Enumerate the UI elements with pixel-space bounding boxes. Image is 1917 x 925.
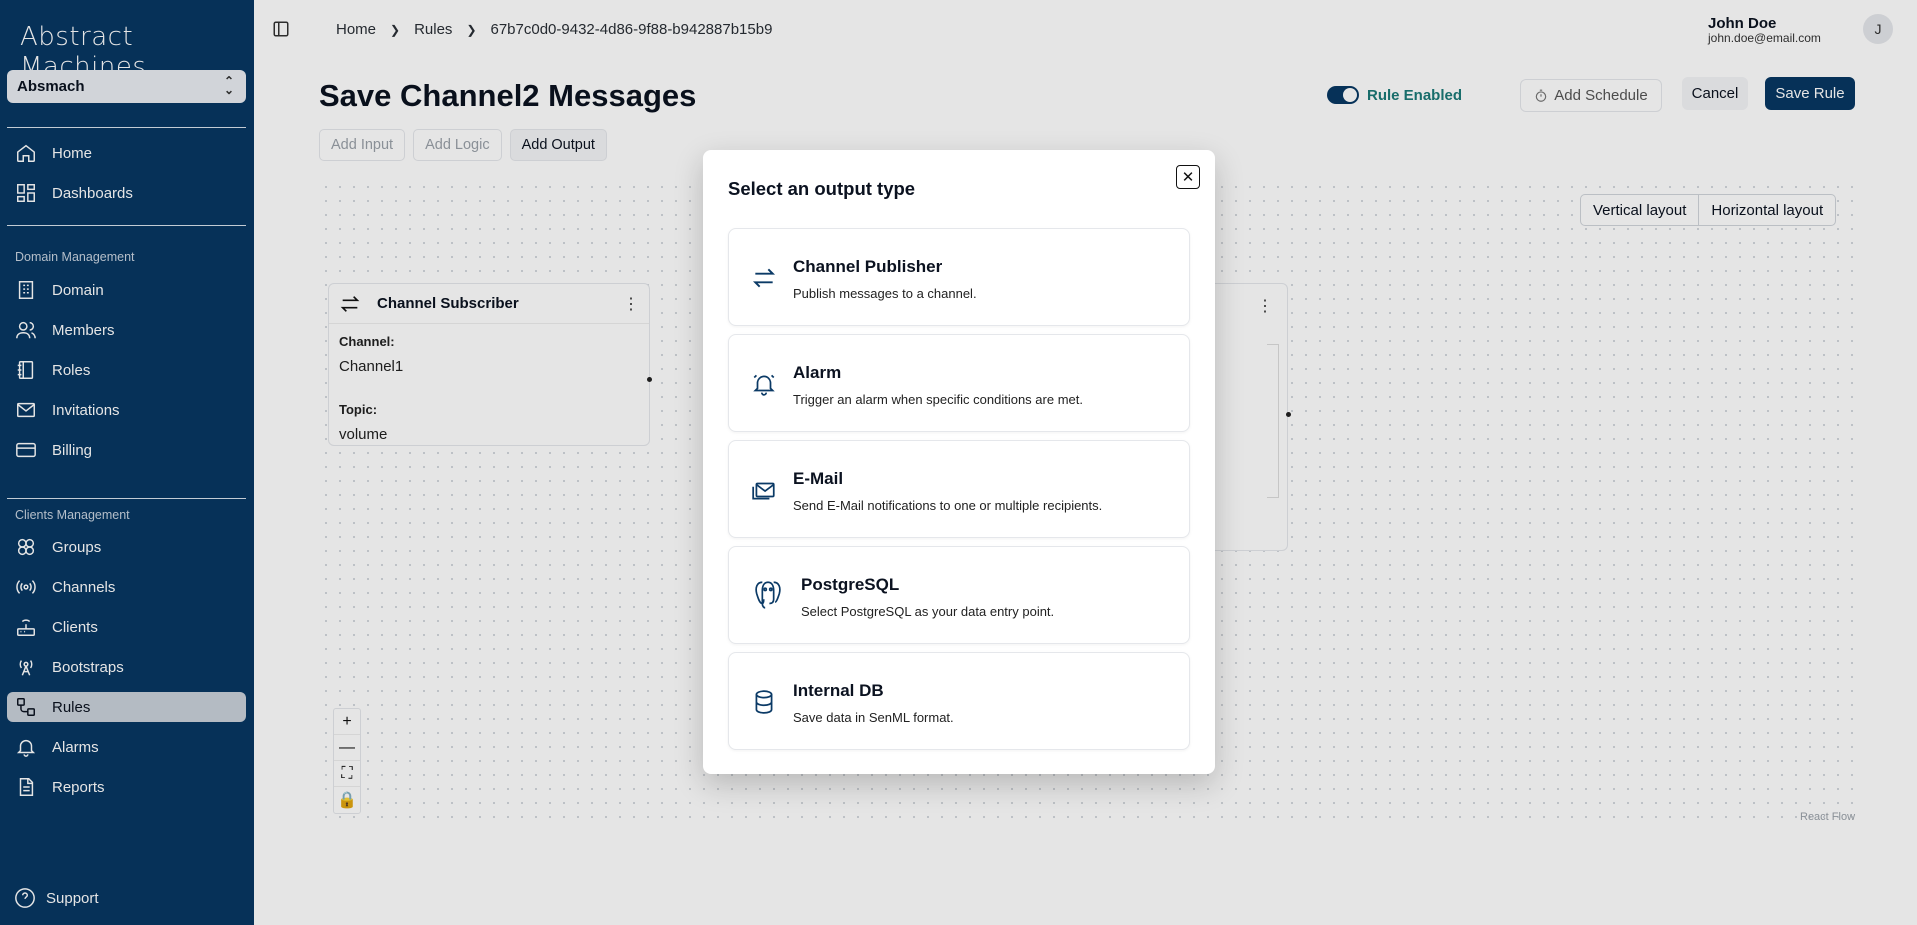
mail-stack-icon [752, 482, 775, 500]
bell-ring-icon [753, 374, 775, 396]
database-icon [755, 690, 773, 714]
option-channel-publisher[interactable]: Channel Publisher Publish messages to a … [728, 228, 1190, 326]
close-icon[interactable]: ✕ [1176, 165, 1200, 189]
option-internal-db[interactable]: Internal DB Save data in SenML format. [728, 652, 1190, 750]
option-alarm[interactable]: Alarm Trigger an alarm when specific con… [728, 334, 1190, 432]
postgresql-icon [755, 581, 781, 609]
modal-title: Select an output type [728, 178, 916, 199]
arrows-exchange-icon [752, 268, 776, 288]
option-postgresql[interactable]: PostgreSQL Select PostgreSQL as your dat… [728, 546, 1190, 644]
option-email[interactable]: E-Mail Send E-Mail notifications to one … [728, 440, 1190, 538]
output-type-modal: Select an output type ✕ Channel Publishe… [703, 150, 1215, 774]
